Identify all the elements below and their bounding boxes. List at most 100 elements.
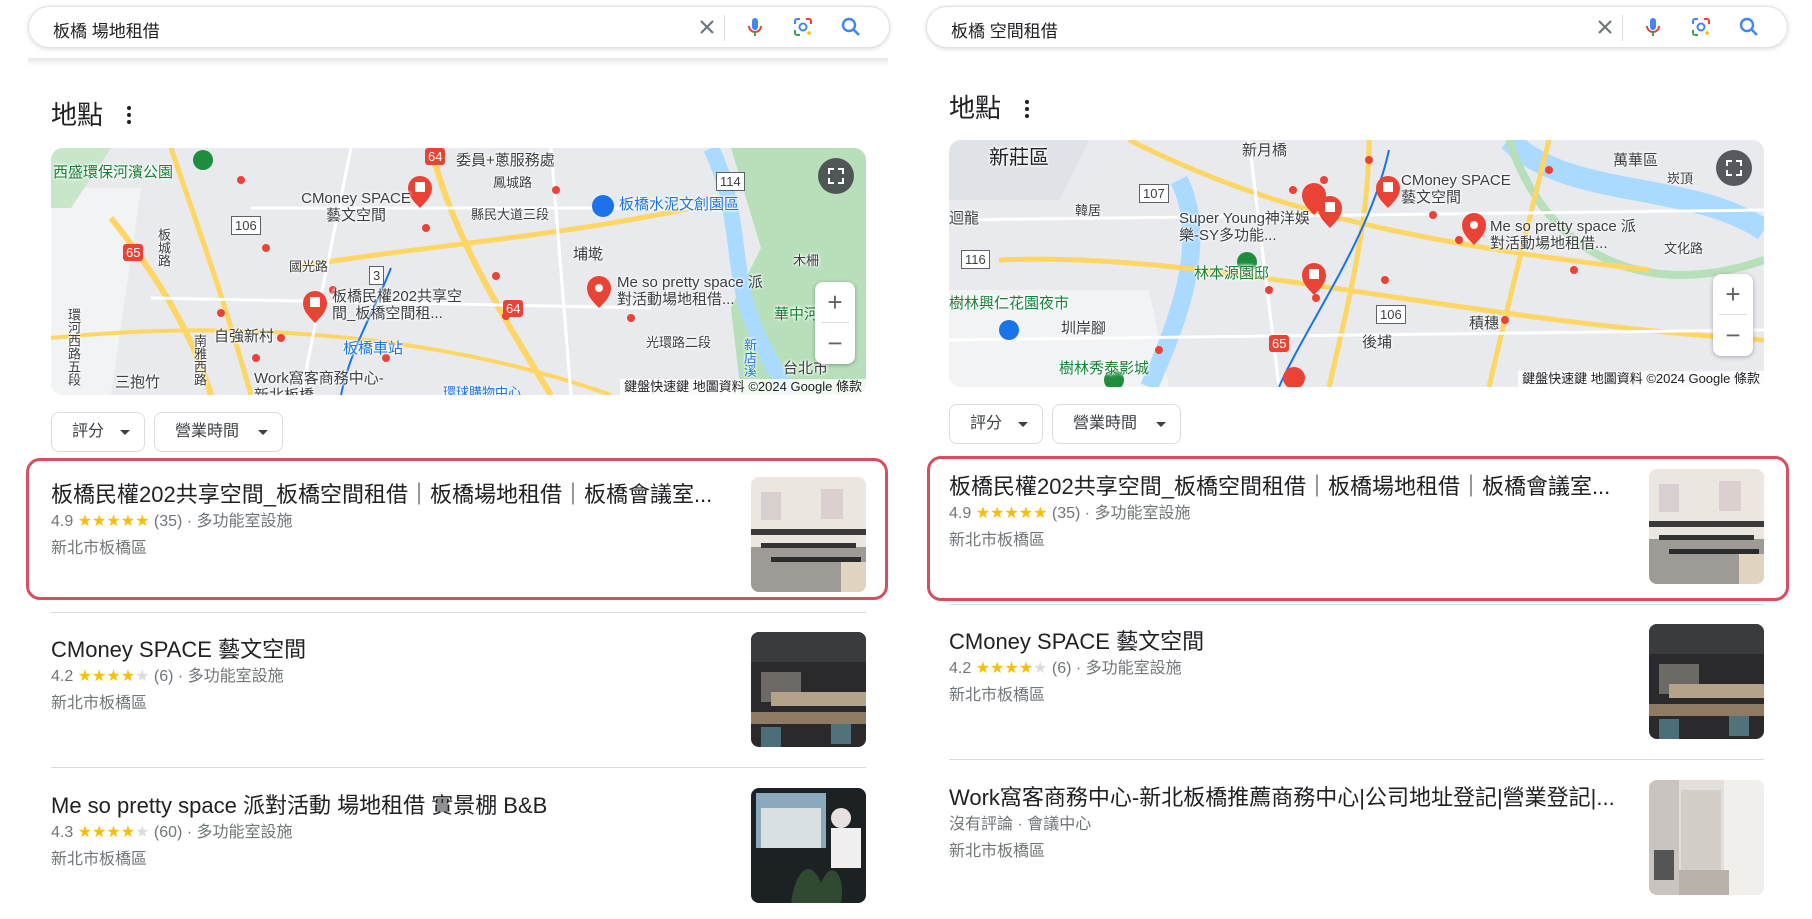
place-category: · 多功能室設施 — [177, 668, 284, 685]
zoom-controls: + − — [815, 282, 855, 364]
place-photo[interactable] — [751, 477, 866, 592]
map-place[interactable]: 圳岸腳 — [1061, 320, 1106, 337]
map-place[interactable]: 崁頂 — [1667, 170, 1693, 187]
place-result[interactable]: CMoney SPACE 藝文空間 4.2 ★★★★★ (6) · 多功能室設施… — [51, 632, 866, 747]
lens-icon[interactable] — [791, 15, 815, 39]
map-place[interactable]: 埔墘 — [573, 246, 603, 263]
more-options-icon[interactable] — [1024, 98, 1030, 120]
place-title[interactable]: 板橋民權202共享空間_板橋空間租借｜板橋場地租借｜板橋會議室... — [949, 469, 1629, 501]
clear-icon[interactable] — [1593, 15, 1617, 39]
map-place[interactable]: Work窩客商務中心-新北板橋... — [254, 370, 394, 395]
result-divider — [949, 604, 1764, 605]
map-place[interactable]: 委員+蔥服務處 — [456, 152, 555, 169]
star-rating-icon: ★★★★★ — [78, 513, 150, 530]
map-place[interactable]: Super Young神洋娛樂-SY多功能... — [1179, 210, 1319, 244]
microphone-icon[interactable] — [743, 15, 767, 39]
place-title[interactable]: Me so pretty space 派對活動 場地租借 實景棚 B&B — [51, 788, 731, 820]
stars-empty: ★ — [135, 824, 150, 841]
map-place[interactable]: 木柵 — [793, 252, 819, 269]
place-result[interactable]: Me so pretty space 派對活動 場地租借 實景棚 B&B 4.3… — [51, 788, 866, 903]
result-divider — [51, 767, 866, 768]
place-category: · 多功能室設施 — [1084, 505, 1191, 522]
route-shield: 64 — [425, 148, 446, 165]
place-category: · 多功能室設施 — [1075, 660, 1182, 677]
lens-icon[interactable] — [1689, 15, 1713, 39]
map-place[interactable]: 自強新村 — [214, 328, 274, 345]
route-shield: 3 — [369, 266, 385, 285]
place-title[interactable]: CMoney SPACE 藝文空間 — [949, 624, 1629, 656]
map-attribution[interactable]: 鍵盤快速鍵 地圖資料 ©2024 Google 條款 — [1518, 371, 1764, 387]
map-place[interactable]: 環河西路五段 — [65, 308, 82, 386]
map-place[interactable]: 新莊區 — [989, 148, 1049, 168]
map-place[interactable]: 樹林興仁花園夜市 — [949, 295, 1069, 312]
map-place[interactable]: 新月橋 — [1242, 142, 1287, 159]
map-place[interactable]: 縣民大道三段 — [471, 206, 549, 223]
map-place[interactable]: 韓居 — [1075, 202, 1101, 219]
map-place[interactable]: 國光路 — [289, 258, 328, 275]
map[interactable]: 西盛環保河濱公園 委員+蔥服務處 鳳城路 CMoney SPACE 藝文空間 縣… — [51, 148, 866, 395]
search-icon[interactable] — [1737, 15, 1761, 39]
map-place[interactable]: 林本源園邸 — [1194, 265, 1269, 282]
search-bar[interactable]: 板橋 場地租借 — [28, 6, 890, 48]
search-query[interactable]: 板橋 空間租借 — [951, 17, 1058, 42]
place-result[interactable]: 板橋民權202共享空間_板橋空間租借｜板橋場地租借｜板橋會議室... 4.9 ★… — [949, 469, 1764, 584]
map-place[interactable]: 後埔 — [1362, 334, 1392, 351]
place-photo[interactable] — [751, 788, 866, 903]
rating-filter-chip[interactable]: 評分 — [949, 404, 1043, 444]
search-query[interactable]: 板橋 場地租借 — [53, 17, 160, 42]
map-place[interactable]: CMoney SPACE 藝文空間 — [296, 190, 416, 224]
map-place[interactable]: Me so pretty space 派對活動場地租借... — [1490, 218, 1640, 252]
zoom-out-button[interactable]: − — [815, 323, 855, 363]
rating-filter-chip[interactable]: 評分 — [51, 412, 145, 452]
map[interactable]: 新莊區 新月橋 萬華區 CMoney SPACE 藝文空間 Super Youn… — [949, 140, 1764, 387]
place-photo[interactable] — [1649, 469, 1764, 584]
place-result[interactable]: 板橋民權202共享空間_板橋空間租借｜板橋場地租借｜板橋會議室... 4.9 ★… — [51, 477, 866, 592]
expand-map-button[interactable] — [1716, 150, 1752, 186]
place-title[interactable]: Work窩客商務中心-新北板橋推薦商務中心|公司地址登記|營業登記|... — [949, 780, 1629, 812]
map-place[interactable]: 板城路 — [155, 228, 172, 267]
map-place[interactable]: 文化路 — [1664, 240, 1703, 257]
more-options-icon[interactable] — [126, 104, 132, 126]
map-place[interactable]: 三抱竹 — [115, 374, 160, 391]
search-icon[interactable] — [839, 15, 863, 39]
place-title[interactable]: 板橋民權202共享空間_板橋空間租借｜板橋場地租借｜板橋會議室... — [51, 477, 731, 509]
map-place[interactable]: 樹林秀泰影城 — [1059, 360, 1149, 377]
clear-icon[interactable] — [695, 15, 719, 39]
map-place[interactable]: 板橋車站 — [343, 340, 403, 357]
place-title[interactable]: CMoney SPACE 藝文空間 — [51, 632, 731, 664]
map-place[interactable]: 迴龍 — [949, 210, 979, 227]
map-place[interactable]: CMoney SPACE 藝文空間 — [1401, 172, 1521, 206]
zoom-in-button[interactable]: + — [1713, 274, 1753, 314]
route-shield: 106 — [1376, 305, 1406, 324]
stars-filled: ★★★★ — [77, 824, 136, 841]
map-place[interactable]: 萬華區 — [1613, 152, 1658, 169]
place-result[interactable]: Work窩客商務中心-新北板橋推薦商務中心|公司地址登記|營業登記|... 沒有… — [949, 780, 1764, 895]
place-photo[interactable] — [1649, 624, 1764, 739]
zoom-out-button[interactable]: − — [1713, 315, 1753, 355]
place-result[interactable]: CMoney SPACE 藝文空間 4.2 ★★★★★ (6) · 多功能室設施… — [949, 624, 1764, 739]
map-place[interactable]: 南雅西路 — [191, 334, 208, 386]
map-place[interactable]: 西盛環保河濱公園 — [53, 164, 173, 181]
map-place[interactable]: 板橋民權202共享空間_板橋空間租... — [332, 288, 467, 322]
search-bar[interactable]: 板橋 空間租借 — [926, 6, 1788, 48]
map-attribution[interactable]: 鍵盤快速鍵 地圖資料 ©2024 Google 條款 — [620, 379, 866, 395]
map-place[interactable]: 板橋水泥文創園區 — [619, 196, 739, 213]
search-divider — [1622, 15, 1623, 41]
expand-map-button[interactable] — [818, 158, 854, 194]
zoom-in-button[interactable]: + — [815, 282, 855, 322]
hours-filter-chip[interactable]: 營業時間 — [154, 412, 283, 452]
map-place[interactable]: 光環路二段 — [646, 334, 711, 351]
map-place[interactable]: 鳳城路 — [493, 174, 532, 191]
map-place[interactable]: Me so pretty space 派對活動場地租借... — [617, 274, 767, 308]
map-place[interactable]: 積穗 — [1469, 315, 1499, 332]
map-place[interactable]: 新店溪 — [741, 338, 758, 377]
map-place[interactable]: 環球購物中心 — [443, 384, 521, 395]
chevron-down-icon — [1018, 422, 1028, 427]
expand-icon — [1726, 160, 1742, 176]
hours-filter-chip[interactable]: 營業時間 — [1052, 404, 1181, 444]
place-photo[interactable] — [1649, 780, 1764, 895]
place-photo[interactable] — [751, 632, 866, 747]
place-address: 新北市板橋區 — [51, 695, 148, 712]
microphone-icon[interactable] — [1641, 15, 1665, 39]
section-title: 地點 — [51, 100, 104, 130]
